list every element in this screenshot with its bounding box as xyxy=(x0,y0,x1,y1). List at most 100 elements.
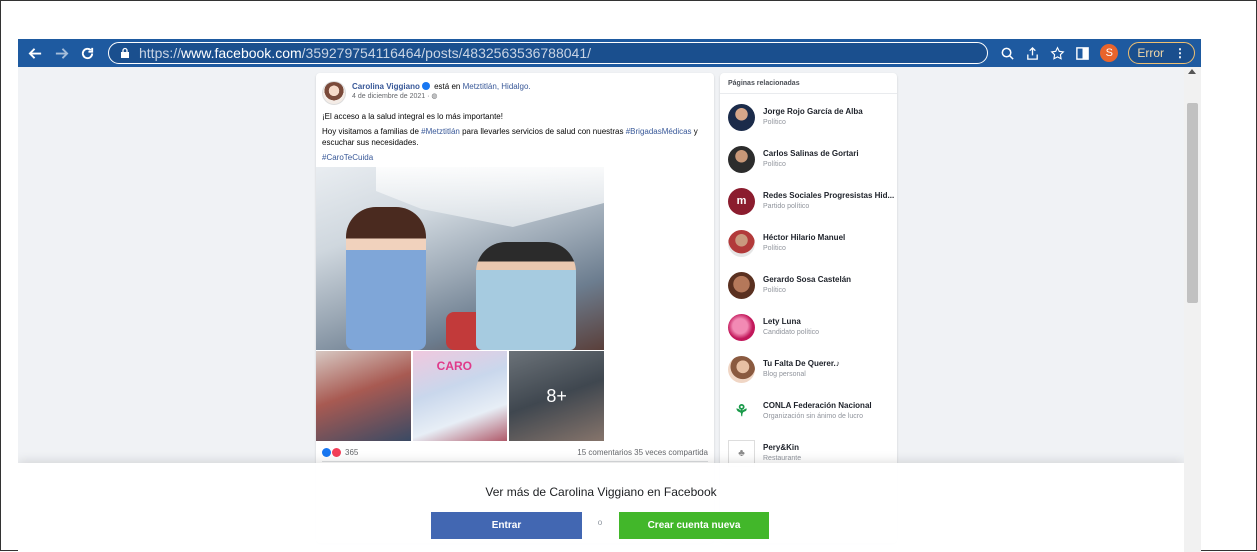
hashtag-link[interactable]: #BrigadasMédicas xyxy=(626,127,692,136)
post-photo-thumb[interactable]: CARO xyxy=(412,351,508,441)
related-page-item[interactable]: Tu Falta De Querer.♪ Blog personal xyxy=(728,349,893,389)
zoom-icon[interactable] xyxy=(1000,46,1015,61)
related-page-category: Partido político xyxy=(763,203,810,210)
toolbar-actions: S Error ⋮ xyxy=(1000,42,1195,64)
post-body: ¡El acceso a la salud integral es lo más… xyxy=(316,105,714,163)
post-line-1: ¡El acceso a la salud integral es lo más… xyxy=(322,112,503,121)
avatar xyxy=(728,145,755,173)
author-name[interactable]: Carolina Viggiano xyxy=(352,82,420,91)
related-pages-title: Páginas relacionadas xyxy=(720,73,897,94)
related-page-name: Gerardo Sosa Castelán xyxy=(763,275,852,284)
login-prompt-text: Ver más de Carolina Viggiano en Facebook xyxy=(485,485,717,499)
avatar xyxy=(728,271,755,299)
related-page-category: Político xyxy=(763,287,786,294)
related-page-item[interactable]: Héctor Hilario Manuel Político xyxy=(728,223,893,263)
error-button[interactable]: Error ⋮ xyxy=(1128,42,1195,64)
reactions-count: 365 xyxy=(345,447,359,457)
divider xyxy=(322,461,708,462)
avatar xyxy=(728,103,755,131)
vertical-scrollbar[interactable] xyxy=(1184,67,1201,552)
create-account-button[interactable]: Crear cuenta nueva xyxy=(619,512,769,539)
related-page-name: Tu Falta De Querer.♪ xyxy=(763,359,840,368)
scrollbar-thumb[interactable] xyxy=(1187,103,1198,303)
post-photo-main[interactable] xyxy=(316,167,604,350)
page-viewport: Carolina Viggiano está en Metztitlán, Hi… xyxy=(18,67,1201,552)
hashtag-link[interactable]: #CaroTeCuida xyxy=(322,153,373,162)
related-page-item[interactable]: Carlos Salinas de Gortari Político xyxy=(728,139,893,179)
browser-toolbar: https://www.facebook.com/359279754116464… xyxy=(18,39,1201,67)
comments-shares-count[interactable]: 15 comentarios 35 veces compartida xyxy=(577,448,708,457)
related-page-name: CONLA Federación Nacional xyxy=(763,401,872,410)
post-text-fragment: Hoy visitamos a familias de xyxy=(322,127,419,136)
related-page-item[interactable]: Jorge Rojo García de Alba Político xyxy=(728,97,893,137)
related-page-category: Blog personal xyxy=(763,371,806,378)
post-stats: 365 15 comentarios 35 veces compartida xyxy=(316,443,714,461)
related-page-name: Jorge Rojo García de Alba xyxy=(763,107,863,116)
related-page-name: Héctor Hilario Manuel xyxy=(763,233,846,242)
related-page-name: Pery&Kin xyxy=(763,443,800,452)
arrow-right-icon xyxy=(55,47,68,59)
related-page-category: Organización sin ánimo de lucro xyxy=(763,413,863,420)
avatar xyxy=(728,355,755,383)
avatar xyxy=(728,313,755,341)
or-separator: o xyxy=(597,518,603,527)
love-reaction-icon xyxy=(332,447,341,457)
share-icon[interactable] xyxy=(1025,46,1040,61)
reload-icon xyxy=(81,47,93,59)
hashtag-link[interactable]: #Metztitlán xyxy=(421,127,460,136)
post-meta: Carolina Viggiano está en Metztitlán, Hi… xyxy=(352,81,531,102)
login-prompt-banner: Ver más de Carolina Viggiano en Facebook… xyxy=(18,463,1184,552)
related-page-category: Político xyxy=(763,119,786,126)
related-page-name: Carlos Salinas de Gortari xyxy=(763,149,859,158)
related-page-category: Político xyxy=(763,245,786,252)
related-page-item[interactable]: m Redes Sociales Progresistas Hid... Part… xyxy=(728,181,895,221)
related-page-name: Redes Sociales Progresistas Hid... xyxy=(763,191,895,200)
author-avatar[interactable] xyxy=(322,81,346,105)
related-page-item[interactable]: Gerardo Sosa Castelán Político xyxy=(728,265,893,305)
url-scheme: https:// xyxy=(139,45,182,61)
profile-avatar[interactable]: S xyxy=(1100,44,1119,62)
photo-person xyxy=(476,242,576,350)
lock-icon xyxy=(121,47,129,58)
related-page-category: Candidato político xyxy=(763,329,820,336)
more-photos-count: 8+ xyxy=(509,351,605,441)
conla-logo-icon: ⚘ xyxy=(728,397,755,425)
location-link[interactable]: Metztitlán, Hidalgo. xyxy=(463,82,531,91)
location-prefix: está en xyxy=(434,82,461,91)
url-host: www.facebook.com xyxy=(181,45,302,61)
back-button[interactable] xyxy=(24,42,46,64)
reactions-summary[interactable]: 365 xyxy=(322,447,359,457)
post-photo-thumb[interactable] xyxy=(316,351,411,441)
login-button[interactable]: Entrar xyxy=(431,512,582,539)
post-date-text: 4 de diciembre de 2021 · xyxy=(352,93,430,100)
avatar xyxy=(728,229,755,257)
post-photo-grid: CARO 8+ xyxy=(316,351,605,441)
author-line: Carolina Viggiano está en Metztitlán, Hi… xyxy=(352,81,531,92)
reload-button[interactable] xyxy=(76,42,98,64)
address-bar[interactable]: https://www.facebook.com/359279754116464… xyxy=(108,42,988,64)
screenshot-frame: https://www.facebook.com/359279754116464… xyxy=(0,0,1257,552)
arrow-left-icon xyxy=(28,47,41,59)
related-page-name: Lety Luna xyxy=(763,317,801,326)
forward-button[interactable] xyxy=(50,42,72,64)
post-header: Carolina Viggiano está en Metztitlán, Hi… xyxy=(316,73,714,105)
rsp-logo-icon: m xyxy=(728,187,755,215)
globe-icon: ◍ xyxy=(431,93,438,100)
post-text-fragment: para llevarles servicios de salud con nu… xyxy=(462,127,624,136)
verified-badge-icon xyxy=(421,82,430,90)
related-page-item[interactable]: Lety Luna Candidato político xyxy=(728,307,893,347)
like-reaction-icon xyxy=(322,447,331,457)
url-path: /359279754116464/posts/4832563536788041/ xyxy=(301,45,591,61)
thumb-caption: CARO xyxy=(436,359,473,373)
post-date[interactable]: 4 de diciembre de 2021 · ◍ xyxy=(352,92,531,102)
photo-person xyxy=(346,207,426,350)
scroll-up-arrow-icon[interactable] xyxy=(1188,69,1196,74)
related-page-category: Político xyxy=(763,161,786,168)
related-page-item[interactable]: ⚘ CONLA Federación Nacional Organización … xyxy=(728,391,893,431)
post-photo-thumb[interactable]: 8+ xyxy=(509,351,605,441)
post-line-2: Hoy visitamos a familias de #Metztitlán … xyxy=(322,126,708,148)
side-panel-icon[interactable] xyxy=(1075,46,1090,61)
star-icon[interactable] xyxy=(1050,45,1065,61)
kebab-menu-icon: ⋮ xyxy=(1174,46,1186,60)
error-label: Error xyxy=(1137,46,1164,60)
